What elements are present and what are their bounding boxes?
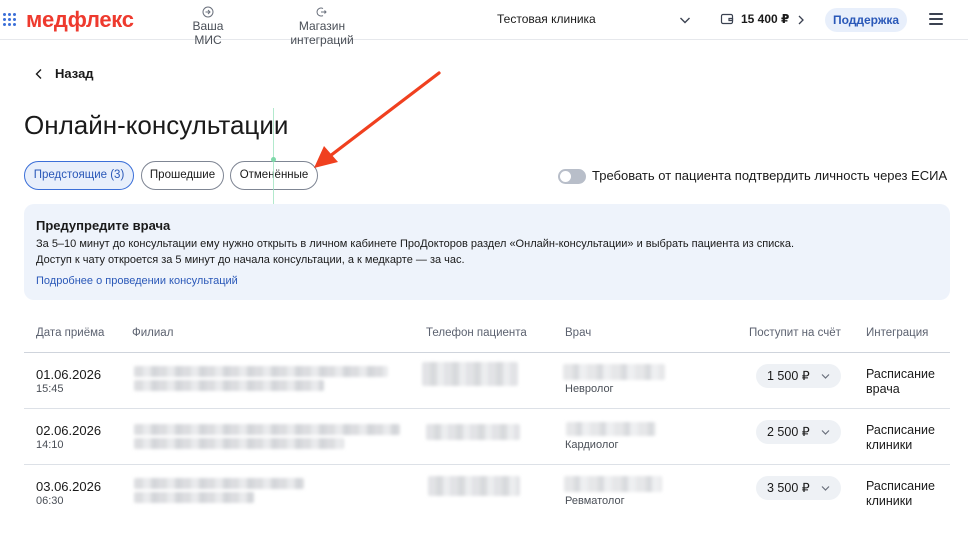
chevron-down-icon[interactable] xyxy=(678,13,692,27)
balance-amount[interactable]: 15 400 ₽ xyxy=(741,12,789,26)
chevron-left-icon xyxy=(35,68,42,79)
integration-type: Расписание клиники xyxy=(866,479,935,508)
consultation-info-link[interactable]: Подробнее о проведении консультаций xyxy=(36,275,238,287)
esia-toggle[interactable] xyxy=(558,169,586,184)
chevron-down-icon xyxy=(821,374,830,379)
annotation-arrow-icon xyxy=(314,71,441,168)
appointment-date: 03.06.2026 xyxy=(36,479,102,494)
chevron-down-icon xyxy=(821,486,830,491)
integration-type: Расписание клиники xyxy=(866,423,935,452)
text-cursor-guide xyxy=(273,108,274,204)
column-header-amount: Поступит на счёт xyxy=(749,327,841,339)
appointment-time: 15:45 xyxy=(36,383,64,395)
doctor-name-redacted xyxy=(563,364,665,380)
column-header-integration: Интеграция xyxy=(866,327,929,339)
notice-text-line: За 5–10 минут до консультации ему нужно … xyxy=(36,238,795,250)
doctor-specialty: Ревматолог xyxy=(565,495,625,507)
back-label: Назад xyxy=(55,66,94,81)
logo[interactable]: медфлекс xyxy=(26,7,134,33)
branch-redacted xyxy=(134,380,324,391)
appointment-date: 01.06.2026 xyxy=(36,367,102,382)
notice-title: Предупредите врача xyxy=(36,218,171,233)
nav-integrations-store[interactable]: Магазин интеграций xyxy=(266,6,378,47)
appointment-time: 14:10 xyxy=(36,439,64,451)
esia-toggle-label: Требовать от пациента подтвердить личнос… xyxy=(592,168,948,183)
amount-value: 1 500 ₽ xyxy=(767,369,810,383)
tab-past[interactable]: Прошедшие xyxy=(141,161,224,190)
nav-your-mis[interactable]: Ваша МИС xyxy=(178,6,238,47)
page-title: Онлайн-консультации xyxy=(24,110,289,140)
phone-redacted xyxy=(422,362,518,386)
row-divider xyxy=(24,464,950,465)
clinic-selector[interactable]: Тестовая клиника xyxy=(497,12,596,26)
chevron-right-icon[interactable] xyxy=(796,13,806,27)
row-divider xyxy=(24,408,950,409)
text-cursor-handle xyxy=(271,157,276,162)
amount-dropdown[interactable]: 2 500 ₽ xyxy=(756,420,841,444)
branch-redacted xyxy=(134,366,388,377)
phone-redacted xyxy=(426,424,520,440)
doctor-specialty: Кардиолог xyxy=(565,439,619,451)
top-bar: медфлекс Ваша МИС Магазин интеграций Тес… xyxy=(0,0,968,47)
appointment-time: 06:30 xyxy=(36,495,64,507)
back-link[interactable]: Назад xyxy=(34,66,94,81)
amount-value: 3 500 ₽ xyxy=(767,481,810,495)
apps-grid-icon[interactable] xyxy=(3,13,16,26)
doctor-name-redacted xyxy=(564,476,662,492)
warn-doctor-notice: Предупредите врача За 5–10 минут до конс… xyxy=(24,204,950,300)
doctor-specialty: Невролог xyxy=(565,383,614,395)
wallet-icon xyxy=(720,13,734,25)
amount-dropdown[interactable]: 3 500 ₽ xyxy=(756,476,841,500)
appointment-date: 02.06.2026 xyxy=(36,423,102,438)
branch-redacted xyxy=(134,478,304,489)
amount-dropdown[interactable]: 1 500 ₽ xyxy=(756,364,841,388)
phone-redacted xyxy=(428,476,520,496)
amount-value: 2 500 ₽ xyxy=(767,425,810,439)
menu-icon[interactable] xyxy=(929,13,943,25)
chevron-down-icon xyxy=(821,430,830,435)
tab-upcoming[interactable]: Предстоящие (3) xyxy=(24,161,134,190)
column-header-doctor: Врач xyxy=(565,327,592,339)
doctor-name-redacted xyxy=(566,422,656,436)
nav-integrations-store-label: Магазин интеграций xyxy=(290,19,354,47)
notice-text-line: Доступ к чату откроется за 5 минут до на… xyxy=(36,254,465,266)
support-button[interactable]: Поддержка xyxy=(825,8,907,32)
integration-type: Расписание врача xyxy=(866,367,935,396)
branch-redacted xyxy=(134,492,254,503)
logout-icon xyxy=(316,7,327,17)
branch-redacted xyxy=(134,438,344,449)
nav-your-mis-label: Ваша МИС xyxy=(192,19,224,47)
branch-redacted xyxy=(134,424,400,435)
column-header-date: Дата приёма xyxy=(36,327,105,339)
table-header-divider xyxy=(24,352,950,353)
column-header-branch: Филиал xyxy=(132,327,174,339)
login-icon xyxy=(202,6,214,18)
column-header-phone: Телефон пациента xyxy=(426,327,527,339)
